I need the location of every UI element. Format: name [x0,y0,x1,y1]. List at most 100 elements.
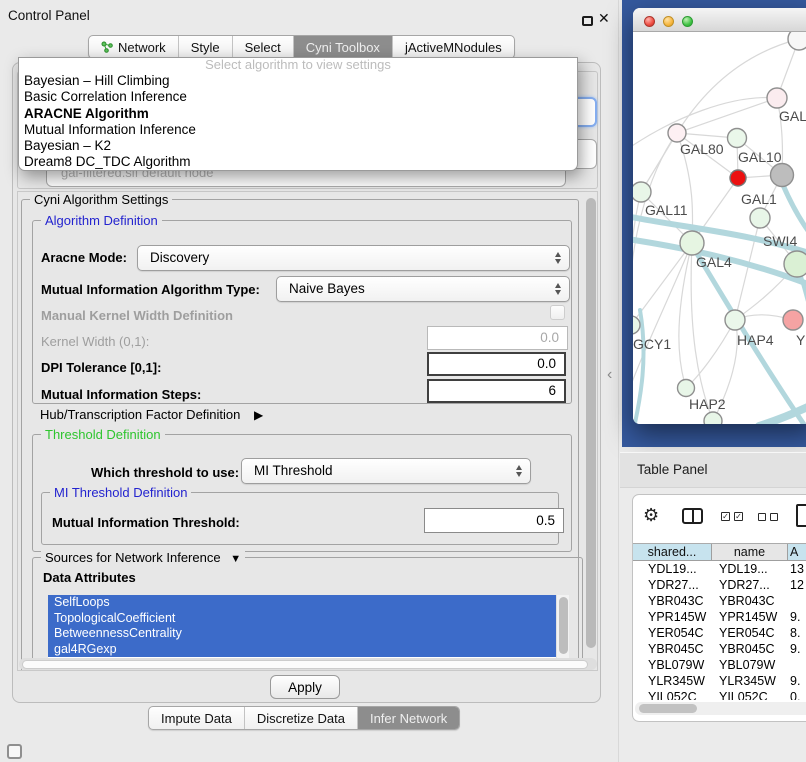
table-row[interactable]: YER054CYER054C8. [633,625,806,641]
tab-impute-data[interactable]: Impute Data [149,707,244,729]
tab-cyni-toolbox[interactable]: Cyni Toolbox [293,36,392,58]
mi-threshold-field[interactable]: 0.5 [424,508,564,533]
tab-network[interactable]: Network [89,36,178,58]
network-node[interactable] [783,310,803,330]
algorithm-option-5[interactable]: Bayesian – K2 [19,138,577,154]
data-attributes-list[interactable]: SelfLoopsTopologicalCoefficientBetweenne… [48,595,569,658]
network-canvas[interactable]: GALGAL80GAL10GAL1GAL11SWI4GAL4GCY1HAP4YH… [633,32,806,424]
attributes-scrollbar-thumb[interactable] [559,597,568,654]
node-label: Y [796,332,806,348]
table-row[interactable]: YPR145WYPR145W9. [633,609,806,625]
mi-threshold-label: Mutual Information Threshold: [52,515,240,530]
attributes-scrollbar[interactable] [556,595,569,658]
attribute-item[interactable]: TopologicalCoefficient [48,611,556,627]
network-icon [101,41,113,53]
network-node[interactable] [725,310,745,330]
algorithm-option-6[interactable]: Dream8 DC_TDC Algorithm [19,154,577,170]
manual-kernel-checkbox[interactable] [550,305,565,320]
mi-type-combo[interactable]: Naive Bayes [276,276,570,302]
network-node[interactable] [771,164,794,187]
table-horizontal-scrollbar-thumb[interactable] [639,704,697,713]
float-panel-icon[interactable] [582,16,593,26]
deselect-all-columns-icon[interactable] [758,513,778,521]
combo-stepper-icon [555,252,561,264]
network-node[interactable] [668,124,686,142]
node-label: GAL1 [741,191,777,207]
network-node[interactable] [680,231,704,255]
columns-icon[interactable] [682,508,703,524]
kernel-width-label: Kernel Width (0,1): [41,334,149,349]
settings-vertical-scrollbar[interactable] [585,195,597,655]
network-node[interactable] [633,182,651,202]
table-row[interactable]: YLR345WYLR345W9. [633,673,806,689]
settings-horizontal-scrollbar-thumb[interactable] [22,660,588,669]
gear-icon[interactable]: ⚙ [643,505,659,525]
network-edge-highlighted [783,185,806,240]
tab-jactivemnodules[interactable]: jActiveMNodules [392,36,514,58]
column-header-partial[interactable]: A [788,544,806,560]
column-header-name[interactable]: name [712,544,788,560]
table-row[interactable]: YBR045CYBR045C9. [633,641,806,657]
tab-discretize-data[interactable]: Discretize Data [244,707,357,729]
table-row[interactable]: YDR27...YDR27...12 [633,577,806,593]
tab-network-label: Network [118,40,166,55]
network-node[interactable] [704,412,722,424]
panel-splitter-grip[interactable]: ‹ [607,366,612,384]
network-canvas-svg: GALGAL80GAL10GAL1GAL11SWI4GAL4GCY1HAP4YH… [633,32,806,424]
tab-style[interactable]: Style [178,36,232,58]
aracne-mode-combo[interactable]: Discovery [137,245,570,271]
close-window-icon[interactable] [644,16,655,27]
table-row[interactable]: YBR043CYBR043C [633,593,806,609]
attribute-item[interactable]: gal4RGexp [48,642,556,658]
settings-horizontal-scrollbar[interactable] [19,658,597,670]
apply-button[interactable]: Apply [270,675,340,699]
network-node[interactable] [750,208,770,228]
control-panel-titlebar: Control Panel ✕ [0,4,618,30]
network-node[interactable] [728,129,747,148]
close-panel-icon[interactable]: ✕ [598,10,610,26]
column-header-shared-name[interactable]: shared... [633,544,712,560]
manual-kernel-label: Manual Kernel Width Definition [41,308,233,323]
table-row[interactable]: YIL052CYIL052C0. [633,689,806,700]
table-cell: 12 [788,577,806,593]
tab-infer-network[interactable]: Infer Network [357,707,459,729]
mi-steps-field[interactable]: 6 [427,379,566,403]
mi-steps-label: Mutual Information Steps: [41,387,201,402]
collapse-arrow-icon[interactable]: ▼ [230,553,241,565]
node-label: GAL [779,108,806,124]
algorithm-dropdown-header: Select algorithm to view settings [19,58,577,73]
restore-panel-icon[interactable] [7,744,22,759]
combo-stepper-icon [555,283,561,295]
minimize-window-icon[interactable] [663,16,674,27]
expand-arrow-icon[interactable]: ▶ [254,408,263,422]
hub-definition-toggle[interactable]: Hub/Transcription Factor Definition ▶ [40,407,263,422]
network-node[interactable] [633,316,640,334]
network-node[interactable] [784,251,806,277]
network-node[interactable] [788,32,806,50]
algorithm-option-4[interactable]: Mutual Information Inference [19,122,577,138]
table-row[interactable]: YBL079WYBL079W [633,657,806,673]
zoom-window-icon[interactable] [682,16,693,27]
network-node[interactable] [767,88,787,108]
function-builder-icon[interactable] [796,504,806,527]
select-all-columns-icon[interactable]: ✓ ✓ [721,512,743,521]
table-row[interactable]: YDL19...YDL19...13 [633,561,806,577]
attribute-item[interactable]: BetweennessCentrality [48,626,556,642]
network-node[interactable] [678,380,695,397]
kernel-width-field[interactable]: 0.0 [427,326,568,350]
algorithm-option-1[interactable]: Bayesian – Hill Climbing [19,73,577,89]
attribute-item[interactable]: SelfLoops [48,595,556,611]
algorithm-option-3[interactable]: ARACNE Algorithm [19,106,577,122]
settings-viewport: Cyni Algorithm Settings Algorithm Defini… [17,191,598,671]
dpi-tolerance-field[interactable]: 0.0 [427,352,566,376]
tab-select[interactable]: Select [232,36,293,58]
network-node[interactable] [730,170,746,186]
table-cell: YDL19... [712,561,788,577]
combo-stepper-icon [516,465,522,477]
table-cell: YBR043C [712,593,788,609]
algorithm-option-2[interactable]: Basic Correlation Inference [19,89,577,105]
table-horizontal-scrollbar[interactable] [635,702,806,715]
settings-vertical-scrollbar-thumb[interactable] [586,198,596,648]
which-threshold-combo[interactable]: MI Threshold [241,458,531,484]
checked-box-icon: ✓ [734,512,743,521]
